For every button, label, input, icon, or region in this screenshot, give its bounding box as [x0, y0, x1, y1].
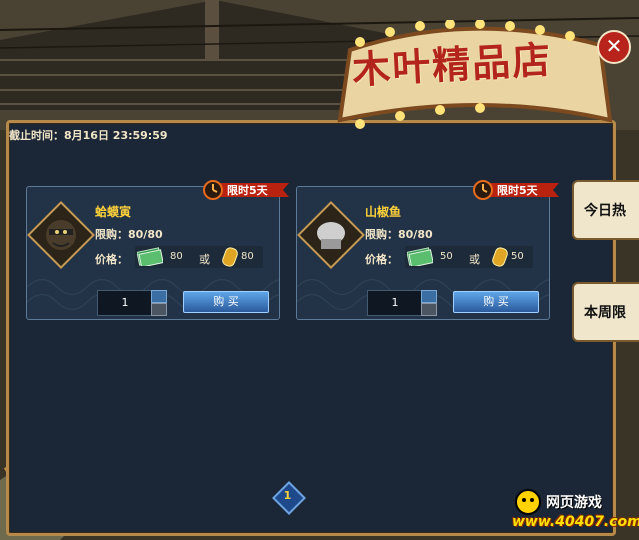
gold-price: 80 [241, 251, 254, 262]
buy-button[interactable]: 购 买 [453, 291, 539, 313]
brand-url-text: www.40407.com [512, 514, 639, 530]
shop-title: 木叶精品店 [351, 36, 554, 93]
item-card: 蛤蟆寅 限购：80/80 价格： 80 或 80 限时5天 1 购 买 [26, 180, 289, 320]
gold-ingot-icon [222, 247, 238, 267]
quantity-down-button[interactable] [421, 303, 437, 316]
or-text: 或 [469, 253, 480, 266]
time-limit-text: 限时5天 [497, 184, 538, 197]
brand-top-text: 网页游戏 [546, 495, 602, 511]
price-label: 价格： [95, 253, 128, 266]
tab-label: 今日热 [584, 203, 626, 219]
time-limit-text: 限时5天 [227, 184, 268, 197]
item-card: 山椒鱼 限购：80/80 价格： 50 或 50 限时5天 1 购 买 [296, 180, 559, 320]
quantity-input[interactable]: 1 [97, 290, 153, 316]
tab-daily-hot[interactable]: 今日热 [572, 180, 639, 240]
quantity-up-button[interactable] [421, 290, 437, 303]
purchase-limit: 限购：80/80 [365, 228, 433, 241]
tab-label: 本周限 [584, 305, 626, 321]
price-label: 价格： [365, 253, 398, 266]
tab-weekly-limited[interactable]: 本周限 [572, 282, 639, 342]
page-number: 1 [283, 489, 292, 502]
quantity-up-button[interactable] [151, 290, 167, 303]
gold-price: 50 [511, 251, 524, 262]
quantity-input[interactable]: 1 [367, 290, 423, 316]
cash-price: 50 [440, 251, 453, 262]
hidden-portrait-icon [317, 222, 345, 249]
cash-icon [137, 247, 163, 266]
gold-ingot-icon [492, 247, 508, 267]
purchase-limit: 限购：80/80 [95, 228, 163, 241]
or-text: 或 [199, 253, 210, 266]
buy-button[interactable]: 购 买 [183, 291, 269, 313]
item-name: 山椒鱼 [365, 205, 402, 219]
deadline-text: 截止时间：8月16日 23:59:59 [9, 129, 168, 142]
close-button[interactable]: ✕ [597, 30, 631, 64]
cash-price: 80 [170, 251, 183, 262]
quantity-down-button[interactable] [151, 303, 167, 316]
item-name: 蛤蟆寅 [95, 205, 132, 219]
cash-icon [407, 247, 433, 266]
ninja-portrait-icon [46, 220, 76, 250]
